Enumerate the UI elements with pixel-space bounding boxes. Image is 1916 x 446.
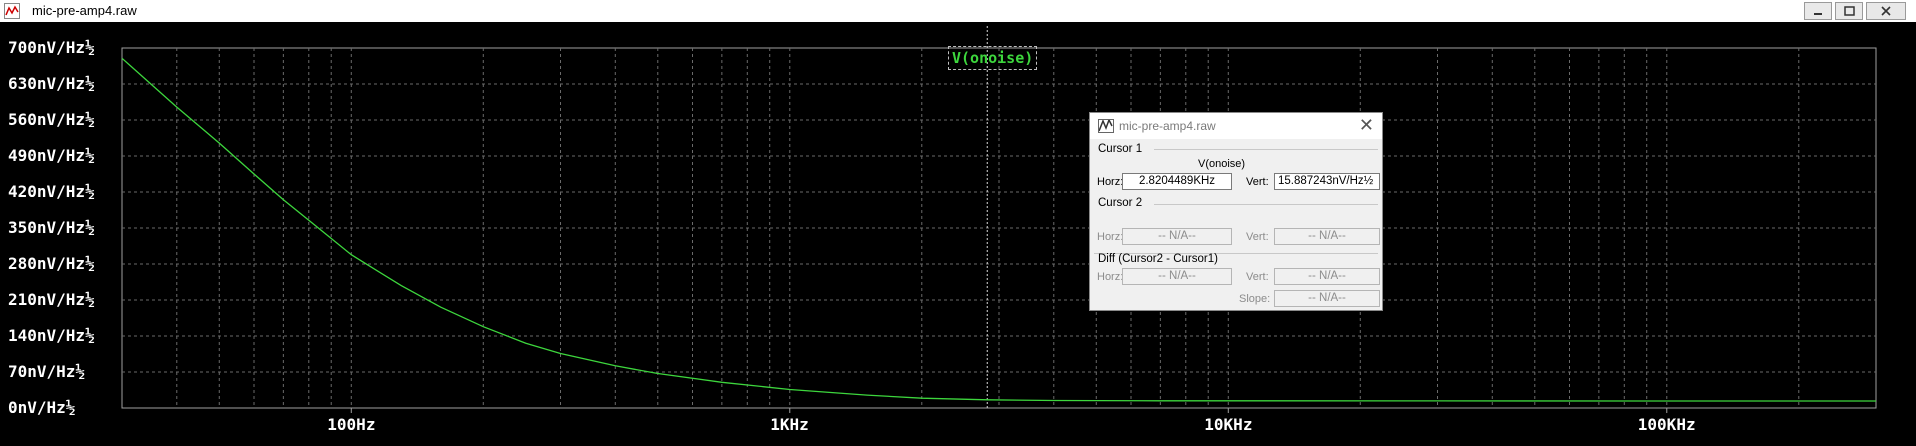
- y-tick-label: 420nV/Hz½: [8, 182, 95, 201]
- diff-slope-label: Slope:: [1239, 293, 1271, 305]
- dialog-title: mic-pre-amp4.raw: [1119, 119, 1216, 133]
- close-icon: [1881, 6, 1891, 16]
- x-tick-label: 100KHz: [1637, 415, 1696, 434]
- cursor-readout-dialog: mic-pre-amp4.raw ✕ Cursor 1 V(onoise) Ho…: [1089, 112, 1383, 311]
- diff-horz-label: Horz:: [1097, 271, 1124, 283]
- y-tick-label: 140nV/Hz½: [8, 326, 95, 345]
- minimize-icon: [1814, 13, 1822, 15]
- trace-label-vonoise[interactable]: V(onoise): [948, 46, 1038, 70]
- plot-canvas[interactable]: [0, 22, 1916, 446]
- window-titlebar: mic-pre-amp4.raw: [0, 0, 1916, 23]
- y-tick-label: 70nV/Hz½: [8, 362, 86, 381]
- diff-vert-label: Vert:: [1246, 271, 1269, 283]
- waveform-app-icon: [4, 3, 20, 19]
- y-tick-label: 0nV/Hz½: [8, 398, 76, 417]
- x-tick-label: 10KHz: [1204, 415, 1253, 434]
- diff-group-label: Diff (Cursor2 - Cursor1): [1098, 253, 1218, 265]
- ltspice-app-icon: [1098, 119, 1114, 133]
- close-button[interactable]: [1866, 2, 1906, 20]
- y-tick-label: 490nV/Hz½: [8, 146, 95, 165]
- restore-button[interactable]: [1835, 2, 1863, 20]
- y-tick-label: 350nV/Hz½: [8, 218, 95, 237]
- cursor1-vert-field[interactable]: 15.887243nV/Hz½: [1274, 173, 1380, 190]
- x-tick-label: 1KHz: [770, 415, 809, 434]
- waveform-plot[interactable]: 700nV/Hz½ 630nV/Hz½ 560nV/Hz½ 490nV/Hz½ 420n…: [0, 22, 1916, 446]
- cursor2-vert-label: Vert:: [1246, 231, 1269, 243]
- cursor1-trace-name: V(onoise): [1198, 158, 1246, 170]
- cursor1-horz-field[interactable]: 2.8204489KHz: [1122, 173, 1232, 190]
- cursor2-horz-field: -- N/A--: [1122, 228, 1232, 245]
- cursor1-vert-label: Vert:: [1246, 176, 1269, 188]
- y-tick-label: 630nV/Hz½: [8, 74, 95, 93]
- minimize-button[interactable]: [1804, 2, 1832, 20]
- dialog-close-icon[interactable]: ✕: [1359, 116, 1374, 134]
- cursor2-vert-field: -- N/A--: [1274, 228, 1380, 245]
- y-tick-label: 210nV/Hz½: [8, 290, 95, 309]
- x-tick-label: 100Hz: [327, 415, 376, 434]
- window-controls: [1804, 2, 1906, 20]
- window-title: mic-pre-amp4.raw: [32, 3, 137, 18]
- diff-vert-field: -- N/A--: [1274, 268, 1380, 285]
- restore-icon: [1844, 6, 1855, 16]
- cursor1-group-line: [1154, 149, 1378, 150]
- cursor1-horz-label: Horz:: [1097, 176, 1124, 188]
- y-tick-label: 560nV/Hz½: [8, 110, 95, 129]
- cursor1-group-label: Cursor 1: [1098, 143, 1143, 155]
- diff-slope-field: -- N/A--: [1274, 290, 1380, 307]
- cursor2-horz-label: Horz:: [1097, 231, 1124, 243]
- diff-horz-field: -- N/A--: [1122, 268, 1232, 285]
- cursor2-group-label: Cursor 2: [1098, 197, 1143, 209]
- dialog-titlebar: mic-pre-amp4.raw ✕: [1090, 113, 1382, 139]
- y-tick-label: 700nV/Hz½: [8, 38, 95, 57]
- y-tick-label: 280nV/Hz½: [8, 254, 95, 273]
- cursor2-group-line: [1154, 204, 1378, 205]
